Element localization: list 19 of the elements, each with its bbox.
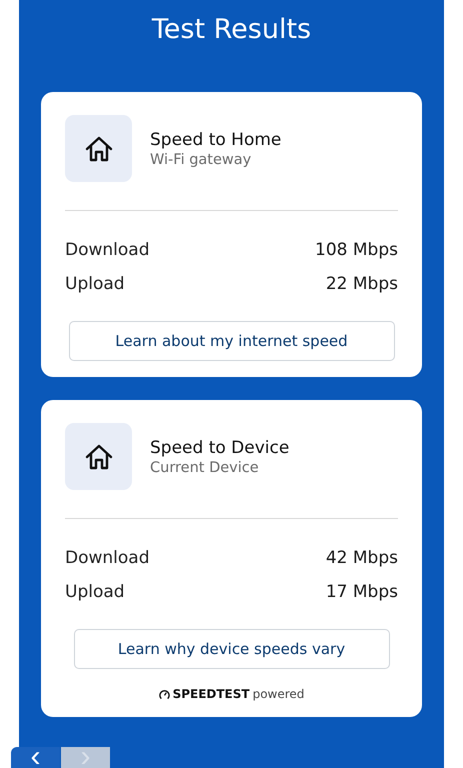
- card-title: Speed to Home: [150, 130, 282, 150]
- speed-value: 17 Mbps: [326, 582, 398, 602]
- brand-suffix: powered: [252, 687, 304, 701]
- card-subtitle: Wi-Fi gateway: [150, 152, 252, 168]
- speed-value: 42 Mbps: [326, 548, 398, 568]
- gauge-icon: [158, 688, 170, 700]
- speed-label: Upload: [65, 274, 125, 294]
- speed-value: 22 Mbps: [326, 274, 398, 294]
- speed-value: 108 Mbps: [315, 240, 398, 260]
- learn-more-button[interactable]: Learn about my internet speed: [68, 321, 394, 361]
- speed-label: Download: [65, 548, 150, 568]
- previous-button[interactable]: ‹: [11, 747, 60, 768]
- brand-name: SPEEDTEST: [172, 687, 250, 701]
- learn-more-button[interactable]: Learn why device speeds vary: [74, 629, 390, 669]
- speed-label: Upload: [65, 582, 125, 602]
- card-title: Speed to Device: [150, 438, 290, 458]
- page-title: Test Results: [150, 14, 312, 47]
- card-subtitle: Current Device: [150, 460, 260, 476]
- speed-label: Download: [65, 240, 150, 260]
